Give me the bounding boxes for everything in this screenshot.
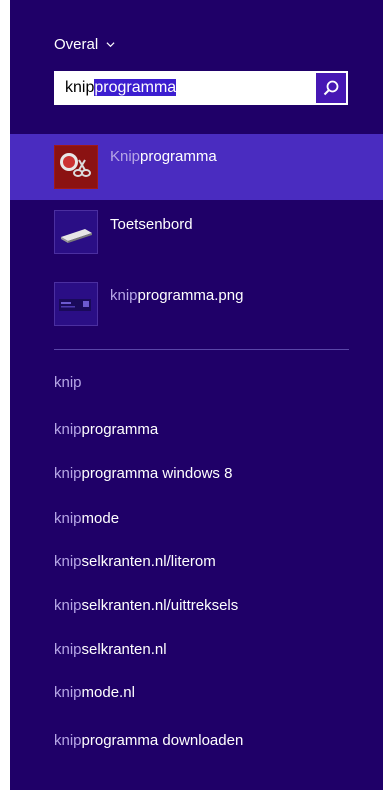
suggestion-item[interactable]: knipselkranten.nl: [54, 641, 167, 658]
suggestion-item[interactable]: knipmode: [54, 510, 119, 527]
chevron-down-icon: [106, 42, 115, 48]
search-scope-dropdown[interactable]: Overal: [54, 36, 115, 53]
result-label: Knipprogramma: [110, 148, 217, 165]
search-typed-text: knip: [65, 79, 95, 96]
suggestion-item[interactable]: knipselkranten.nl/uittreksels: [54, 597, 238, 614]
result-label: knipprogramma.png: [110, 287, 244, 304]
suggestion-item[interactable]: knipprogramma: [54, 421, 158, 438]
search-input[interactable]: knipprogramma: [65, 79, 177, 97]
suggestion-item[interactable]: knipprogramma downloaden: [54, 732, 243, 749]
result-item-knipprogramma-app[interactable]: Knipprogramma: [10, 134, 383, 200]
suggestion-item[interactable]: knipprogramma windows 8: [54, 465, 232, 482]
image-file-icon: [54, 282, 98, 326]
keyboard-icon: [54, 210, 98, 254]
result-item-toetsenbord[interactable]: Toetsenbord: [10, 200, 383, 264]
search-autocomplete-selection: programma: [94, 79, 177, 96]
suggestion-item[interactable]: knip: [54, 374, 82, 391]
scissors-app-icon: [54, 145, 98, 189]
search-scope-label: Overal: [54, 36, 99, 53]
suggestion-item[interactable]: knipselkranten.nl/literom: [54, 553, 216, 570]
search-charm-pane: Overal knipprogramma Knipprogramma Toets…: [10, 0, 383, 790]
search-icon: [323, 80, 339, 96]
search-box[interactable]: knipprogramma: [54, 71, 348, 105]
suggestion-item[interactable]: knipmode.nl: [54, 684, 135, 701]
result-item-knipprogramma-png[interactable]: knipprogramma.png: [10, 270, 383, 334]
search-button[interactable]: [316, 73, 346, 103]
results-divider: [54, 349, 349, 350]
result-label: Toetsenbord: [110, 216, 193, 233]
